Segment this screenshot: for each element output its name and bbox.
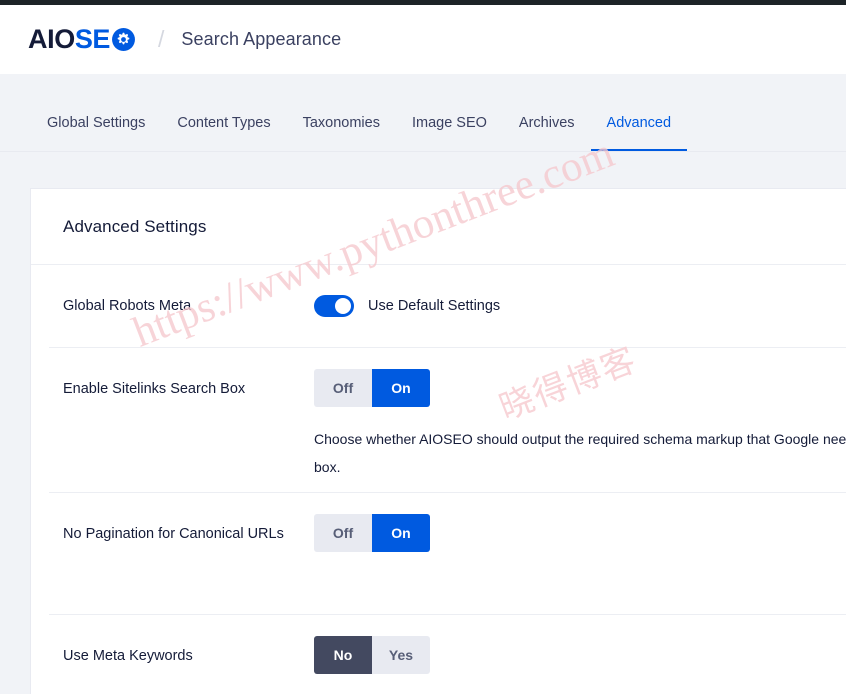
segment-no-meta-keywords[interactable]: No (314, 636, 372, 674)
toggle-label-use-default-settings: Use Default Settings (368, 298, 501, 314)
segment-on-sitelinks[interactable]: On (372, 369, 430, 407)
breadcrumb-separator: / (158, 26, 165, 52)
description-line-1: Choose whether AIOSEO should output the … (314, 431, 846, 447)
page-header: AIO SE / Search Appearance (0, 5, 846, 74)
logo-text-aio: AIO (28, 24, 75, 54)
card-title: Advanced Settings (63, 216, 207, 236)
tab-image-seo[interactable]: Image SEO (396, 115, 503, 152)
segment-off-sitelinks[interactable]: Off (314, 369, 372, 407)
segmented-no-pagination: Off On (314, 514, 430, 552)
breadcrumb-title: Search Appearance (181, 29, 342, 49)
aioseo-search-appearance-page: AIO SE / Search Appearance Global Setting… (0, 0, 846, 694)
tab-archives[interactable]: Archives (503, 115, 591, 152)
toggle-global-robots-meta[interactable] (314, 295, 354, 317)
setting-row-no-pagination: No Pagination for Canonical URLs Off On (31, 492, 846, 614)
tab-taxonomies[interactable]: Taxonomies (287, 115, 396, 152)
segmented-use-meta-keywords: No Yes (314, 636, 430, 674)
tab-content-types[interactable]: Content Types (161, 115, 286, 152)
tab-bar: Global Settings Content Types Taxonomies… (0, 74, 846, 152)
advanced-settings-card: Advanced Settings Global Robots Meta Use… (30, 188, 846, 694)
setting-row-sitelinks-search-box: Enable Sitelinks Search Box Off On Choos… (31, 347, 846, 492)
setting-label-sitelinks-search-box: Enable Sitelinks Search Box (63, 381, 246, 397)
setting-description-sitelinks: Choose whether AIOSEO should output the … (314, 425, 846, 481)
aioseo-logo[interactable]: AIO SE (28, 26, 136, 53)
tab-global-settings[interactable]: Global Settings (30, 115, 161, 152)
setting-row-use-meta-keywords: Use Meta Keywords No Yes (31, 614, 846, 694)
segmented-sitelinks-search-box: Off On (314, 369, 430, 407)
setting-label-global-robots-meta: Global Robots Meta (63, 298, 192, 314)
segment-yes-meta-keywords[interactable]: Yes (372, 636, 430, 674)
setting-label-use-meta-keywords: Use Meta Keywords (63, 648, 193, 664)
setting-row-global-robots-meta: Global Robots Meta Use Default Settings (31, 265, 846, 347)
gear-icon (111, 27, 136, 52)
card-header: Advanced Settings (31, 189, 846, 265)
tab-advanced[interactable]: Advanced (590, 115, 688, 152)
logo-text-seo: SE (74, 24, 111, 54)
description-line-2: box. (314, 459, 341, 475)
setting-label-no-pagination: No Pagination for Canonical URLs (63, 526, 284, 542)
segment-off-no-pagination[interactable]: Off (314, 514, 372, 552)
toggle-knob (335, 298, 351, 314)
segment-on-no-pagination[interactable]: On (372, 514, 430, 552)
